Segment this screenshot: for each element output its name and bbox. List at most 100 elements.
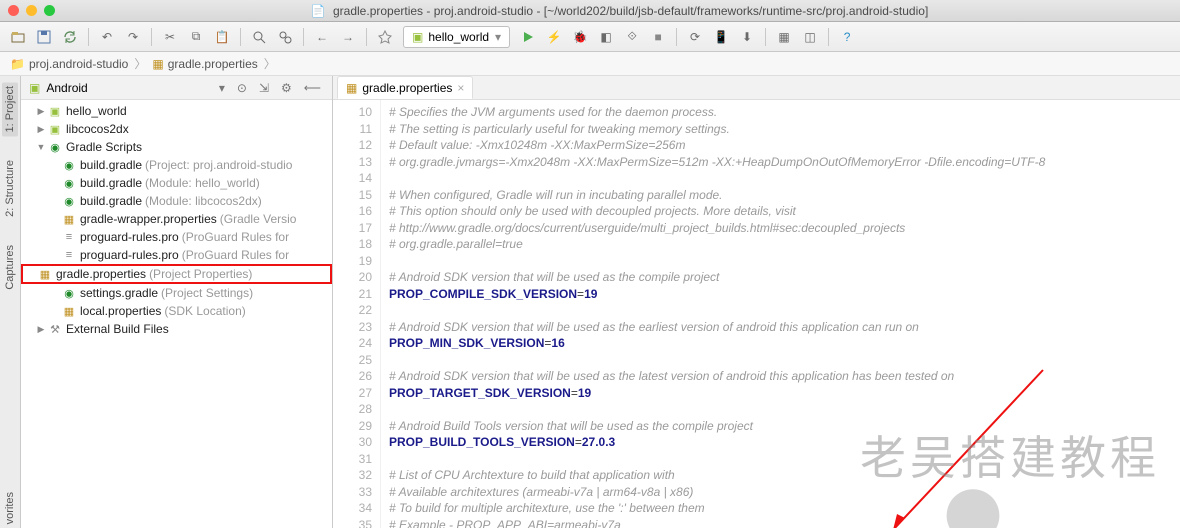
debug-button[interactable]: 🐞 [568, 25, 592, 49]
run-config-label: hello_world [428, 30, 489, 44]
attach-debugger-button[interactable]: ⟐ [620, 25, 644, 49]
apply-changes-button[interactable]: ⚡ [542, 25, 566, 49]
tree-node[interactable]: ▦gradle.properties (Project Properties) [21, 264, 332, 284]
tree-node-hint: (Module: libcocos2dx) [145, 194, 262, 208]
save-button[interactable] [32, 25, 56, 49]
copy-button[interactable]: ⧉ [184, 25, 208, 49]
open-file-button[interactable] [6, 25, 30, 49]
undo-button[interactable]: ↶ [95, 25, 119, 49]
sdk-manager-button[interactable]: ⬇ [735, 25, 759, 49]
tree-node[interactable]: ▶⚒External Build Files [21, 320, 332, 338]
breadcrumb-label: proj.android-studio [29, 57, 128, 71]
tree-node-hint: (Project Properties) [149, 267, 252, 281]
editor-panel: ▦ gradle.properties × 101112131415161718… [333, 76, 1180, 528]
tree-node[interactable]: ▦gradle-wrapper.properties (Gradle Versi… [21, 210, 332, 228]
help-button[interactable]: ? [835, 25, 859, 49]
tree-node-label: proguard-rules.pro [80, 230, 179, 244]
tree-node-label: Gradle Scripts [66, 140, 142, 154]
replace-button[interactable] [273, 25, 297, 49]
left-tool-rail: 1: Project 2: Structure Captures vorites [0, 76, 21, 528]
tree-node-label: hello_world [66, 104, 127, 118]
tree-node-label: settings.gradle [80, 286, 158, 300]
tree-node[interactable]: ▶▣hello_world [21, 102, 332, 120]
tree-node[interactable]: ◉build.gradle (Module: libcocos2dx) [21, 192, 332, 210]
breadcrumb-item[interactable]: ▦ gradle.properties [152, 57, 257, 71]
paste-button[interactable]: 📋 [210, 25, 234, 49]
tree-node-label: proguard-rules.pro [80, 248, 179, 262]
tree-node-label: gradle-wrapper.properties [80, 212, 217, 226]
tree-node-hint: (ProGuard Rules for [182, 248, 289, 262]
chevron-down-icon: ▾ [495, 30, 501, 44]
tree-node[interactable]: ▶▣libcocos2dx [21, 120, 332, 138]
tree-node-label: gradle.properties [56, 267, 146, 281]
tree-node[interactable]: ◉settings.gradle (Project Settings) [21, 284, 332, 302]
rail-tab-favorites[interactable]: vorites [2, 488, 18, 528]
avd-manager-button[interactable]: 📱 [709, 25, 733, 49]
back-button[interactable]: ← [310, 25, 334, 49]
find-button[interactable] [247, 25, 271, 49]
project-scope-selector[interactable]: Android [46, 81, 210, 95]
tree-node[interactable]: ◉build.gradle (Module: hello_world) [21, 174, 332, 192]
project-structure-button[interactable]: ▦ [772, 25, 796, 49]
window-title-text: gradle.properties - proj.android-studio … [333, 4, 928, 18]
build-button[interactable] [373, 25, 397, 49]
profile-button[interactable]: ◧ [594, 25, 618, 49]
android-icon: ▣ [412, 30, 423, 44]
tree-node[interactable]: ≡proguard-rules.pro (ProGuard Rules for [21, 228, 332, 246]
project-tree-panel: ▣ Android ▾ ⊙ ⇲ ⚙ ⟵ ▶▣hello_world▶▣libco… [21, 76, 333, 528]
android-icon: ▣ [29, 81, 40, 95]
code-editor[interactable]: 1011121314151617181920212223242526272829… [333, 100, 1180, 528]
disclosure-triangle[interactable]: ▶ [35, 106, 47, 117]
forward-button[interactable]: → [336, 25, 360, 49]
disclosure-triangle[interactable]: ▶ [35, 124, 47, 135]
collapse-all-button[interactable]: ⇲ [256, 81, 272, 95]
chevron-down-icon[interactable]: ▾ [216, 81, 228, 95]
disclosure-triangle[interactable]: ▼ [35, 142, 47, 152]
line-gutter: 1011121314151617181920212223242526272829… [333, 100, 381, 528]
gear-icon[interactable]: ⚙ [278, 81, 295, 95]
stop-button[interactable]: ■ [646, 25, 670, 49]
run-config-selector[interactable]: ▣ hello_world ▾ [403, 26, 510, 48]
hide-panel-button[interactable]: ⟵ [301, 81, 324, 95]
tree-node[interactable]: ▦local.properties (SDK Location) [21, 302, 332, 320]
tree-node-label: build.gradle [80, 158, 142, 172]
redo-button[interactable]: ↷ [121, 25, 145, 49]
disclosure-triangle[interactable]: ▶ [35, 324, 47, 335]
breadcrumb-item[interactable]: 📁 proj.android-studio [10, 57, 128, 71]
tree-node[interactable]: ◉build.gradle (Project: proj.android-stu… [21, 156, 332, 174]
run-button[interactable] [516, 25, 540, 49]
tree-node-hint: (ProGuard Rules for [182, 230, 289, 244]
tree-node-hint: (Project Settings) [161, 286, 253, 300]
tree-node[interactable]: ▼◉Gradle Scripts [21, 138, 332, 156]
sync-gradle-button[interactable]: ⟳ [683, 25, 707, 49]
project-tree[interactable]: ▶▣hello_world▶▣libcocos2dx▼◉Gradle Scrip… [21, 100, 332, 528]
breadcrumb: 📁 proj.android-studio 〉 ▦ gradle.propert… [0, 52, 1180, 76]
close-window-button[interactable] [8, 5, 19, 16]
minimize-window-button[interactable] [26, 5, 37, 16]
traffic-lights [8, 5, 55, 16]
editor-tab-label: gradle.properties [362, 81, 452, 95]
rail-tab-structure[interactable]: 2: Structure [2, 156, 18, 221]
code-text[interactable]: # Specifies the JVM arguments used for t… [381, 100, 1180, 528]
sync-button[interactable] [58, 25, 82, 49]
tree-node-hint: (Module: hello_world) [145, 176, 260, 190]
tree-node-label: build.gradle [80, 176, 142, 190]
tree-node-label: local.properties [80, 304, 161, 318]
scroll-from-source-button[interactable]: ⊙ [234, 81, 250, 95]
tree-node-hint: (SDK Location) [164, 304, 245, 318]
maximize-window-button[interactable] [44, 5, 55, 16]
close-tab-button[interactable]: × [457, 81, 464, 95]
properties-icon: ▦ [346, 81, 357, 95]
editor-tab[interactable]: ▦ gradle.properties × [337, 76, 473, 99]
tree-node[interactable]: ≡proguard-rules.pro (ProGuard Rules for [21, 246, 332, 264]
cut-button[interactable]: ✂ [158, 25, 182, 49]
rail-tab-captures[interactable]: Captures [2, 241, 18, 294]
tree-node-label: libcocos2dx [66, 122, 129, 136]
chevron-right-icon: 〉 [134, 55, 146, 72]
tree-node-label: build.gradle [80, 194, 142, 208]
window-titlebar: 📄 gradle.properties - proj.android-studi… [0, 0, 1180, 22]
layout-button[interactable]: ◫ [798, 25, 822, 49]
properties-icon: ▦ [152, 57, 163, 71]
file-icon: 📄 [311, 4, 326, 18]
rail-tab-project[interactable]: 1: Project [2, 82, 18, 136]
